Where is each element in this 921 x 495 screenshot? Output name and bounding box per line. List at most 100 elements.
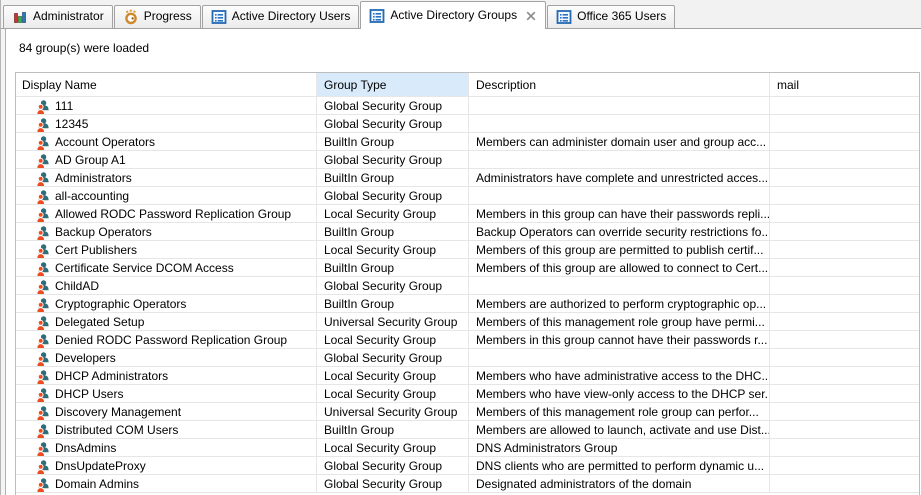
cell-mail — [770, 403, 919, 420]
table-row[interactable]: AD Group A1 Global Security Group — [16, 151, 919, 169]
cell-display-name: 12345 — [16, 115, 317, 132]
column-header-mail[interactable]: mail — [770, 73, 919, 96]
display-name-text: Delegated Setup — [55, 315, 144, 329]
cell-mail — [770, 133, 919, 150]
display-name-text: Discovery Management — [55, 405, 181, 419]
table-row[interactable]: DnsAdmins Local Security Group DNS Admin… — [16, 439, 919, 457]
table-row[interactable]: ChildAD Global Security Group — [16, 277, 919, 295]
column-header-description[interactable]: Description — [469, 73, 770, 96]
table-row[interactable]: 111 Global Security Group — [16, 97, 919, 115]
table-row[interactable]: Discovery Management Universal Security … — [16, 403, 919, 421]
cell-group-type: BuiltIn Group — [317, 295, 469, 312]
display-name-text: Distributed COM Users — [55, 423, 178, 437]
cell-mail — [770, 187, 919, 204]
table-row[interactable]: Allowed RODC Password Replication Group … — [16, 205, 919, 223]
groups-table: Display Name Group Type Description mail… — [15, 72, 920, 495]
group-icon — [34, 225, 50, 241]
group-icon — [34, 315, 50, 331]
table-row[interactable]: 12345 Global Security Group — [16, 115, 919, 133]
cell-description — [469, 151, 770, 168]
cell-mail — [770, 97, 919, 114]
cell-mail — [770, 331, 919, 348]
cell-display-name: DnsAdmins — [16, 439, 317, 456]
tab-office-365-users[interactable]: Office 365 Users — [547, 5, 675, 29]
cell-mail — [770, 115, 919, 132]
cell-display-name: 111 — [16, 97, 317, 114]
table-row[interactable]: Denied RODC Password Replication Group L… — [16, 331, 919, 349]
cell-group-type: BuiltIn Group — [317, 223, 469, 240]
group-icon — [34, 243, 50, 259]
group-icon — [34, 405, 50, 421]
table-row[interactable]: Cryptographic Operators BuiltIn Group Me… — [16, 295, 919, 313]
cell-display-name: Cryptographic Operators — [16, 295, 317, 312]
cell-description: Members in this group cannot have their … — [469, 331, 770, 348]
view-content: 84 group(s) were loaded Display Name Gro… — [5, 29, 921, 495]
cell-group-type: Global Security Group — [317, 151, 469, 168]
cell-display-name: Account Operators — [16, 133, 317, 150]
tab-progress[interactable]: Progress — [114, 5, 201, 29]
cell-description: Members are authorized to perform crypto… — [469, 295, 770, 312]
table-row[interactable]: Cert Publishers Local Security Group Mem… — [16, 241, 919, 259]
table-row[interactable]: Delegated Setup Universal Security Group… — [16, 313, 919, 331]
table-row[interactable]: DnsUpdateProxy Global Security Group DNS… — [16, 457, 919, 475]
cell-group-type: Local Security Group — [317, 331, 469, 348]
table-body: 111 Global Security Group 12345 Global S… — [16, 97, 919, 493]
cell-description: Members can administer domain user and g… — [469, 133, 770, 150]
table-row[interactable]: Administrators BuiltIn Group Administrat… — [16, 169, 919, 187]
cell-description — [469, 115, 770, 132]
group-icon — [34, 153, 50, 169]
table-row[interactable]: Backup Operators BuiltIn Group Backup Op… — [16, 223, 919, 241]
table-row[interactable]: Certificate Service DCOM Access BuiltIn … — [16, 259, 919, 277]
cell-display-name: DHCP Administrators — [16, 367, 317, 384]
cell-group-type: Global Security Group — [317, 97, 469, 114]
cell-mail — [770, 151, 919, 168]
cell-display-name: Cert Publishers — [16, 241, 317, 258]
cell-description — [469, 187, 770, 204]
group-icon — [34, 441, 50, 457]
tab-active-directory-groups[interactable]: Active Directory Groups — [360, 1, 546, 29]
status-message: 84 group(s) were loaded — [19, 41, 149, 55]
group-icon — [34, 387, 50, 403]
table-row[interactable]: DHCP Administrators Local Security Group… — [16, 367, 919, 385]
cell-mail — [770, 421, 919, 438]
column-header-group-type[interactable]: Group Type — [317, 73, 469, 96]
cell-description: Members of this group are allowed to con… — [469, 259, 770, 276]
cell-group-type: Global Security Group — [317, 349, 469, 366]
display-name-text: Developers — [55, 351, 116, 365]
cell-mail — [770, 439, 919, 456]
table-row[interactable]: all-accounting Global Security Group — [16, 187, 919, 205]
bar-chart-icon — [12, 9, 28, 25]
cell-description: DNS clients who are permitted to perform… — [469, 457, 770, 474]
table-row[interactable]: Developers Global Security Group — [16, 349, 919, 367]
table-row[interactable]: DHCP Users Local Security Group Members … — [16, 385, 919, 403]
cell-group-type: BuiltIn Group — [317, 169, 469, 186]
cell-group-type: Local Security Group — [317, 367, 469, 384]
group-icon — [34, 423, 50, 439]
cell-description: Members in this group can have their pas… — [469, 205, 770, 222]
list-view-icon — [211, 9, 227, 25]
table-row[interactable]: Distributed COM Users BuiltIn Group Memb… — [16, 421, 919, 439]
cell-description — [469, 97, 770, 114]
list-view-icon — [556, 9, 572, 25]
app-window: Administrator Progress Ac — [0, 0, 921, 495]
cell-description: Members who have administrative access t… — [469, 367, 770, 384]
cell-group-type: BuiltIn Group — [317, 421, 469, 438]
cell-description: DNS Administrators Group — [469, 439, 770, 456]
table-row[interactable]: Account Operators BuiltIn Group Members … — [16, 133, 919, 151]
cell-description: Members of this management role group ha… — [469, 313, 770, 330]
close-icon[interactable] — [525, 10, 537, 22]
column-header-display-name[interactable]: Display Name — [16, 73, 317, 96]
cell-group-type: Local Security Group — [317, 439, 469, 456]
cell-display-name: Domain Admins — [16, 475, 317, 492]
cell-group-type: Global Security Group — [317, 187, 469, 204]
cell-group-type: Universal Security Group — [317, 313, 469, 330]
cell-display-name: Denied RODC Password Replication Group — [16, 331, 317, 348]
display-name-text: Cryptographic Operators — [55, 297, 186, 311]
tab-active-directory-users[interactable]: Active Directory Users — [202, 5, 360, 29]
display-name-text: DHCP Administrators — [55, 369, 168, 383]
cell-mail — [770, 169, 919, 186]
tab-administrator[interactable]: Administrator — [3, 5, 113, 29]
cell-group-type: Local Security Group — [317, 385, 469, 402]
cell-group-type: Local Security Group — [317, 241, 469, 258]
table-row[interactable]: Domain Admins Global Security Group Desi… — [16, 475, 919, 493]
